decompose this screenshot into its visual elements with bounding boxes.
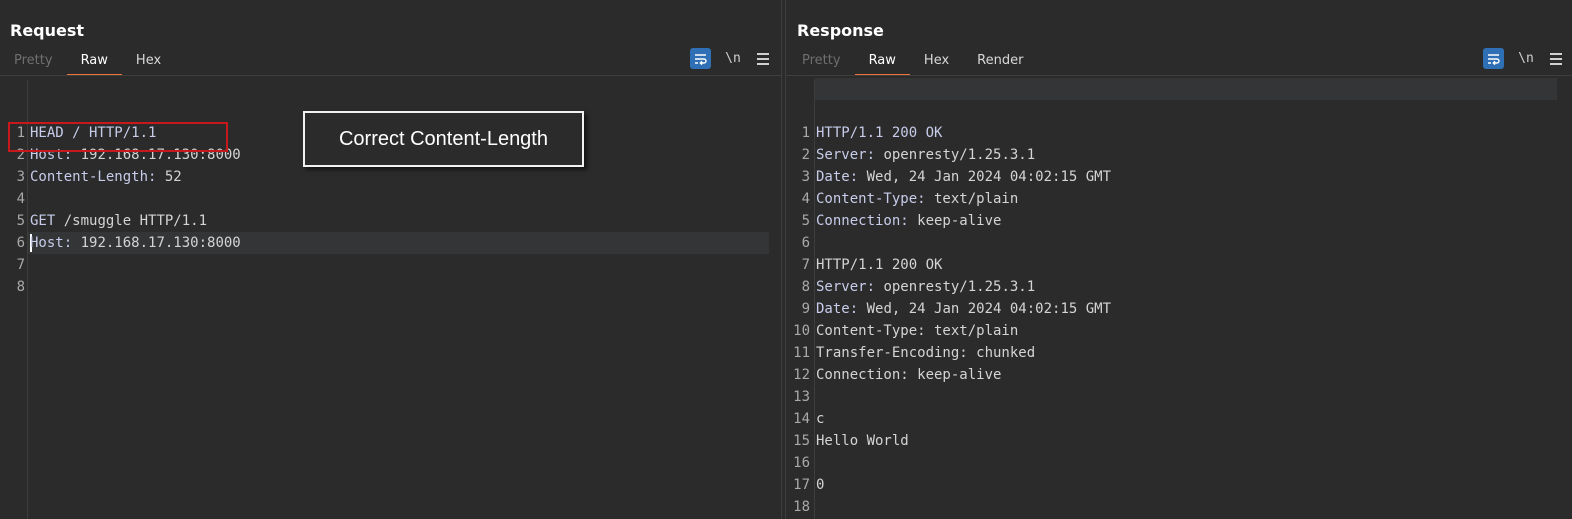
response-line: 7 HTTP/1.1 200 OK [801,257,943,273]
wrap-lines-icon[interactable] [1483,48,1504,69]
request-line: 8 [16,279,25,295]
response-line: 9 Date: Wed, 24 Jan 2024 04:02:15 GMT [801,301,1112,317]
annotation-callout: Correct Content-Length [303,111,584,167]
request-line: 1 HEAD / HTTP/1.1 [16,125,157,141]
response-tab-hex[interactable]: Hex [910,52,963,76]
response-toolbar: \n [1483,48,1564,69]
wrap-lines-icon[interactable] [690,48,711,69]
response-editor[interactable]: 1 HTTP/1.1 200 OK 2 Server: openresty/1.… [786,78,1572,519]
response-pane: Response Pretty Raw Hex Render \n 1 HTTP… [785,0,1572,519]
response-line: 13 [793,389,810,405]
response-line: 17 0 [793,477,825,493]
show-newlines-button[interactable]: \n [1516,51,1536,66]
request-toolbar: \n [690,48,771,69]
response-line: 12 Connection: keep-alive [793,367,1002,383]
current-line-highlight [815,78,1557,100]
response-tabs: Pretty Raw Hex Render [788,52,1037,76]
response-line: 19 [786,474,837,496]
response-line: 16 [793,455,810,471]
response-tab-raw[interactable]: Raw [854,52,911,76]
response-line: 11 Transfer-Encoding: chunked [793,345,1036,361]
request-tab-pretty[interactable]: Pretty [0,52,67,76]
response-tab-pretty[interactable]: Pretty [788,52,855,76]
menu-icon[interactable] [1548,51,1564,67]
request-line: 7 [16,257,25,273]
response-line: 6 [801,235,810,251]
request-tabs: Pretty Raw Hex [0,52,175,76]
response-line: 5 Connection: keep-alive [801,213,1002,229]
response-line: 1 HTTP/1.1 200 OK [801,125,943,141]
request-line: 5 GET /smuggle HTTP/1.1 [16,213,208,229]
response-line: 3 Date: Wed, 24 Jan 2024 04:02:15 GMT [801,169,1112,185]
response-title: Response [797,21,884,40]
content-length-highlight-box [8,122,228,152]
response-line: 2 Server: openresty/1.25.3.1 [801,147,1036,163]
request-tab-raw[interactable]: Raw [66,52,123,76]
menu-icon[interactable] [755,51,771,67]
request-title: Request [10,21,85,40]
response-line: 4 Content-Type: text/plain [801,191,1019,207]
request-line: 6 Host: 192.168.17.130:8000 [16,235,241,251]
response-line: 15 Hello World [793,433,909,449]
request-tab-hex[interactable]: Hex [122,52,175,76]
request-line: 2 Host: 192.168.17.130:8000 [16,147,241,163]
response-tab-render[interactable]: Render [963,52,1037,76]
response-line: 8 Server: openresty/1.25.3.1 [801,279,1036,295]
show-newlines-button[interactable]: \n [723,51,743,66]
response-tab-divider [786,75,1572,76]
response-line: 10 Content-Type: text/plain [793,323,1019,339]
request-pane: Request Pretty Raw Hex \n 1 HEAD / HTTP/… [0,0,782,519]
response-line: 14 c [793,411,825,427]
response-line: 18 [793,499,810,515]
request-tab-divider [0,75,781,76]
